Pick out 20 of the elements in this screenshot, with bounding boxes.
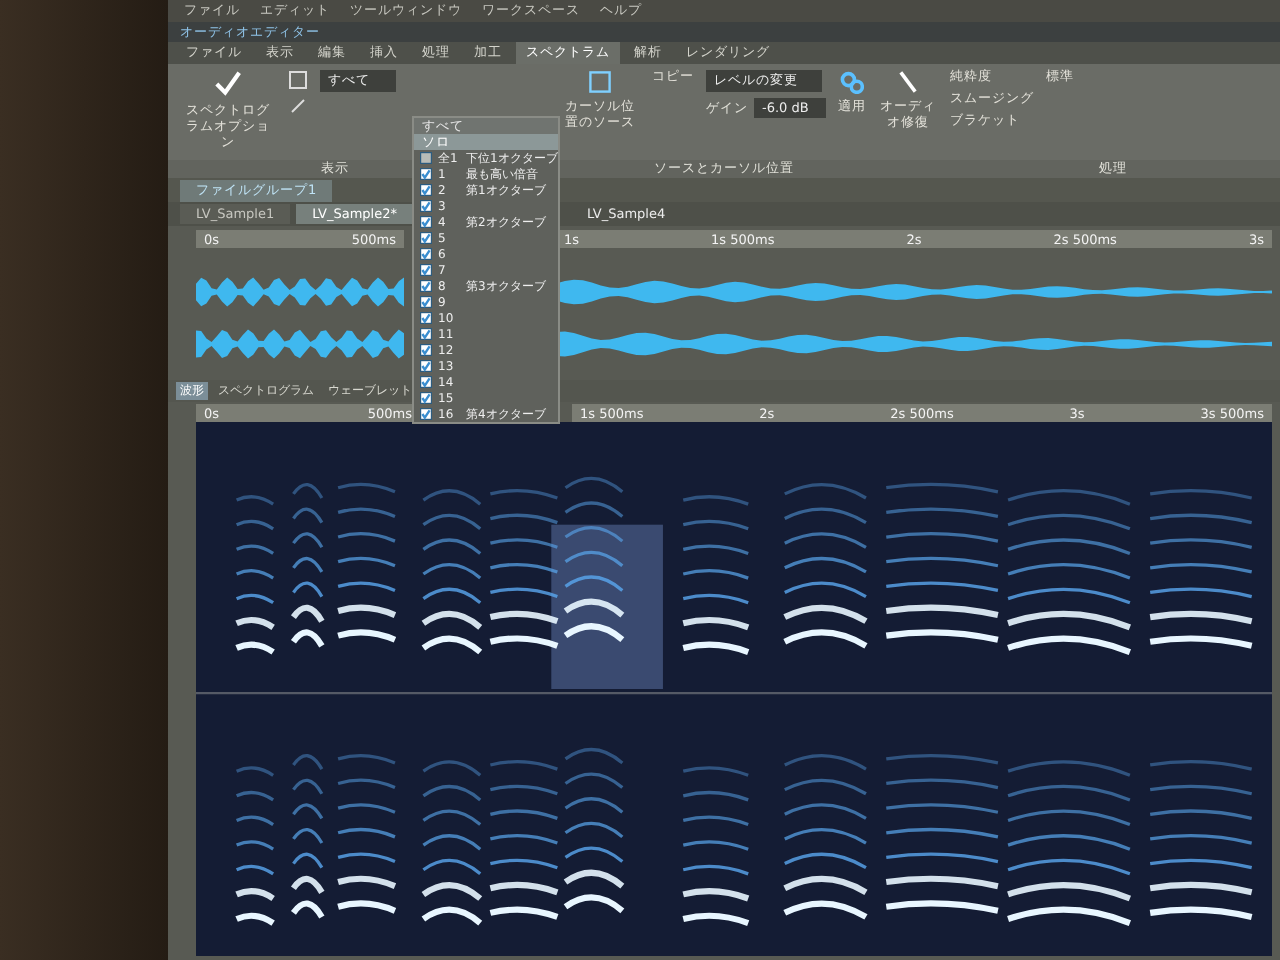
square-icon [288,70,308,90]
checkbox[interactable] [420,360,432,372]
checkbox[interactable] [420,216,432,228]
checkbox[interactable] [420,328,432,340]
checkbox[interactable] [420,296,432,308]
checkbox[interactable] [420,312,432,324]
checkbox[interactable] [420,376,432,388]
checkbox[interactable] [420,344,432,356]
checkbox[interactable] [420,264,432,276]
checkmark-icon [214,70,242,98]
checkbox[interactable] [420,184,432,196]
checkbox[interactable] [420,168,432,180]
checkbox[interactable] [420,392,432,404]
checkbox[interactable] [420,248,432,260]
checkbox[interactable] [420,200,432,212]
frame-icon [588,70,612,94]
checkbox[interactable] [420,280,432,292]
checkbox[interactable] [420,408,432,420]
checkbox[interactable] [420,232,432,244]
checkbox[interactable] [420,152,432,164]
